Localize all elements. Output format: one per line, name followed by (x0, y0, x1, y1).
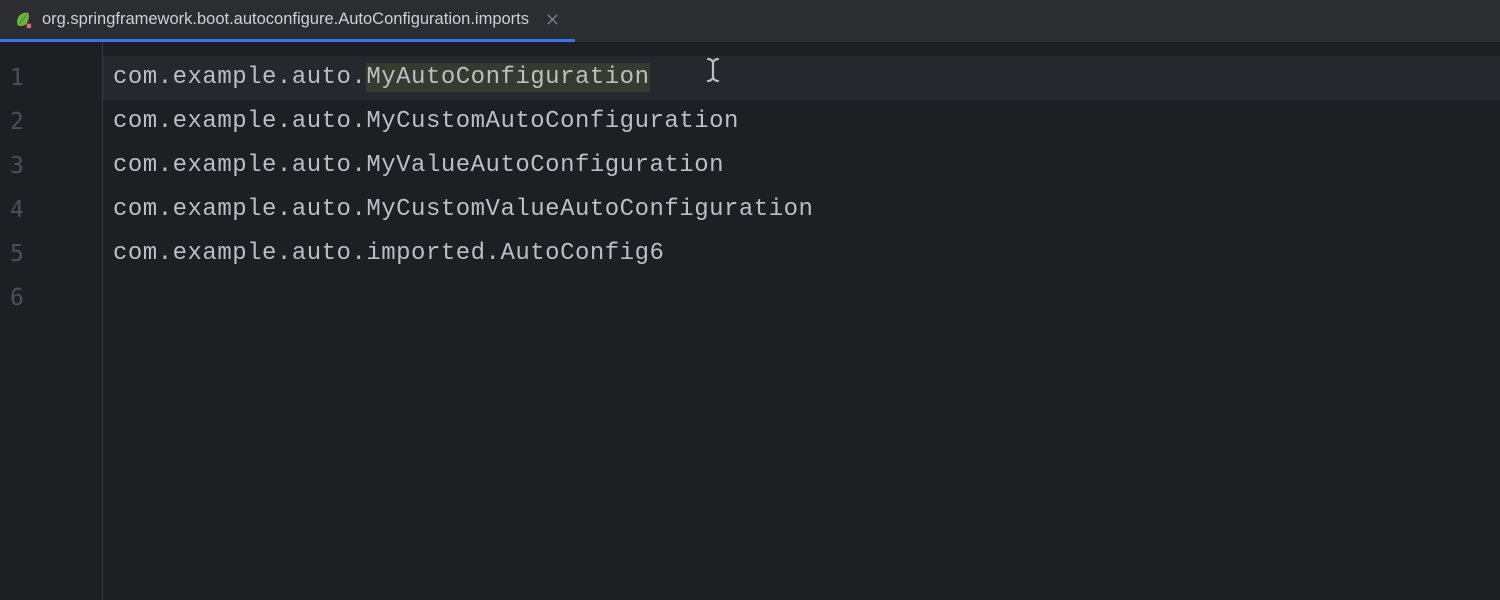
line-number: 6 (0, 276, 102, 320)
line-number: 1 (0, 56, 102, 100)
line-number: 4 (0, 188, 102, 232)
tab-filename: org.springframework.boot.autoconfigure.A… (42, 10, 529, 29)
code-line[interactable]: com.example.auto.MyValueAutoConfiguratio… (113, 144, 1500, 188)
close-icon[interactable] (543, 11, 561, 29)
code-line[interactable]: com.example.auto.MyAutoConfiguration (103, 56, 1500, 100)
highlighted-text: MyAutoConfiguration (366, 63, 649, 92)
gutter: 123456 (0, 42, 103, 600)
code-line[interactable]: com.example.auto.imported.AutoConfig6 (113, 232, 1500, 276)
code-line[interactable] (113, 276, 1500, 320)
code-line[interactable]: com.example.auto.MyCustomAutoConfigurati… (113, 100, 1500, 144)
code-line[interactable]: com.example.auto.MyCustomValueAutoConfig… (113, 188, 1500, 232)
editor-tab[interactable]: org.springframework.boot.autoconfigure.A… (0, 0, 575, 42)
editor-area: 123456 com.example.auto.MyAutoConfigurat… (0, 42, 1500, 600)
line-number: 5 (0, 232, 102, 276)
code-content[interactable]: com.example.auto.MyAutoConfigurationcom.… (103, 42, 1500, 600)
line-number: 2 (0, 100, 102, 144)
line-number: 3 (0, 144, 102, 188)
spring-leaf-icon (14, 11, 32, 29)
tab-bar: org.springframework.boot.autoconfigure.A… (0, 0, 1500, 42)
